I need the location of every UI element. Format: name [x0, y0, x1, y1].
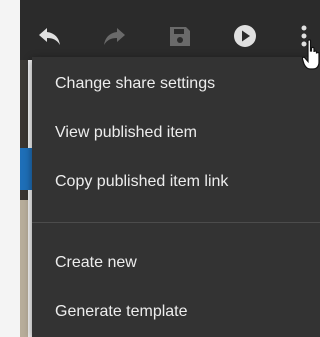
hand-cursor-icon — [301, 38, 320, 75]
redo-icon[interactable] — [100, 22, 128, 50]
save-icon[interactable] — [166, 22, 194, 50]
menu-item-copy-published-item-link[interactable]: Copy published item link — [32, 158, 320, 206]
background-panel — [20, 60, 28, 337]
menu-item-generate-template[interactable]: Generate template — [32, 288, 320, 336]
undo-icon[interactable] — [36, 22, 64, 50]
menu-item-change-share-settings[interactable]: Change share settings — [32, 60, 320, 108]
menu-divider — [32, 222, 320, 223]
toolbar — [20, 0, 320, 60]
overflow-menu: Change share settings View published ite… — [32, 57, 320, 337]
menu-item-view-published-item[interactable]: View published item — [32, 109, 320, 157]
menu-item-create-new[interactable]: Create new — [32, 239, 320, 287]
play-icon[interactable] — [231, 22, 259, 50]
selected-panel-accent — [20, 148, 32, 190]
